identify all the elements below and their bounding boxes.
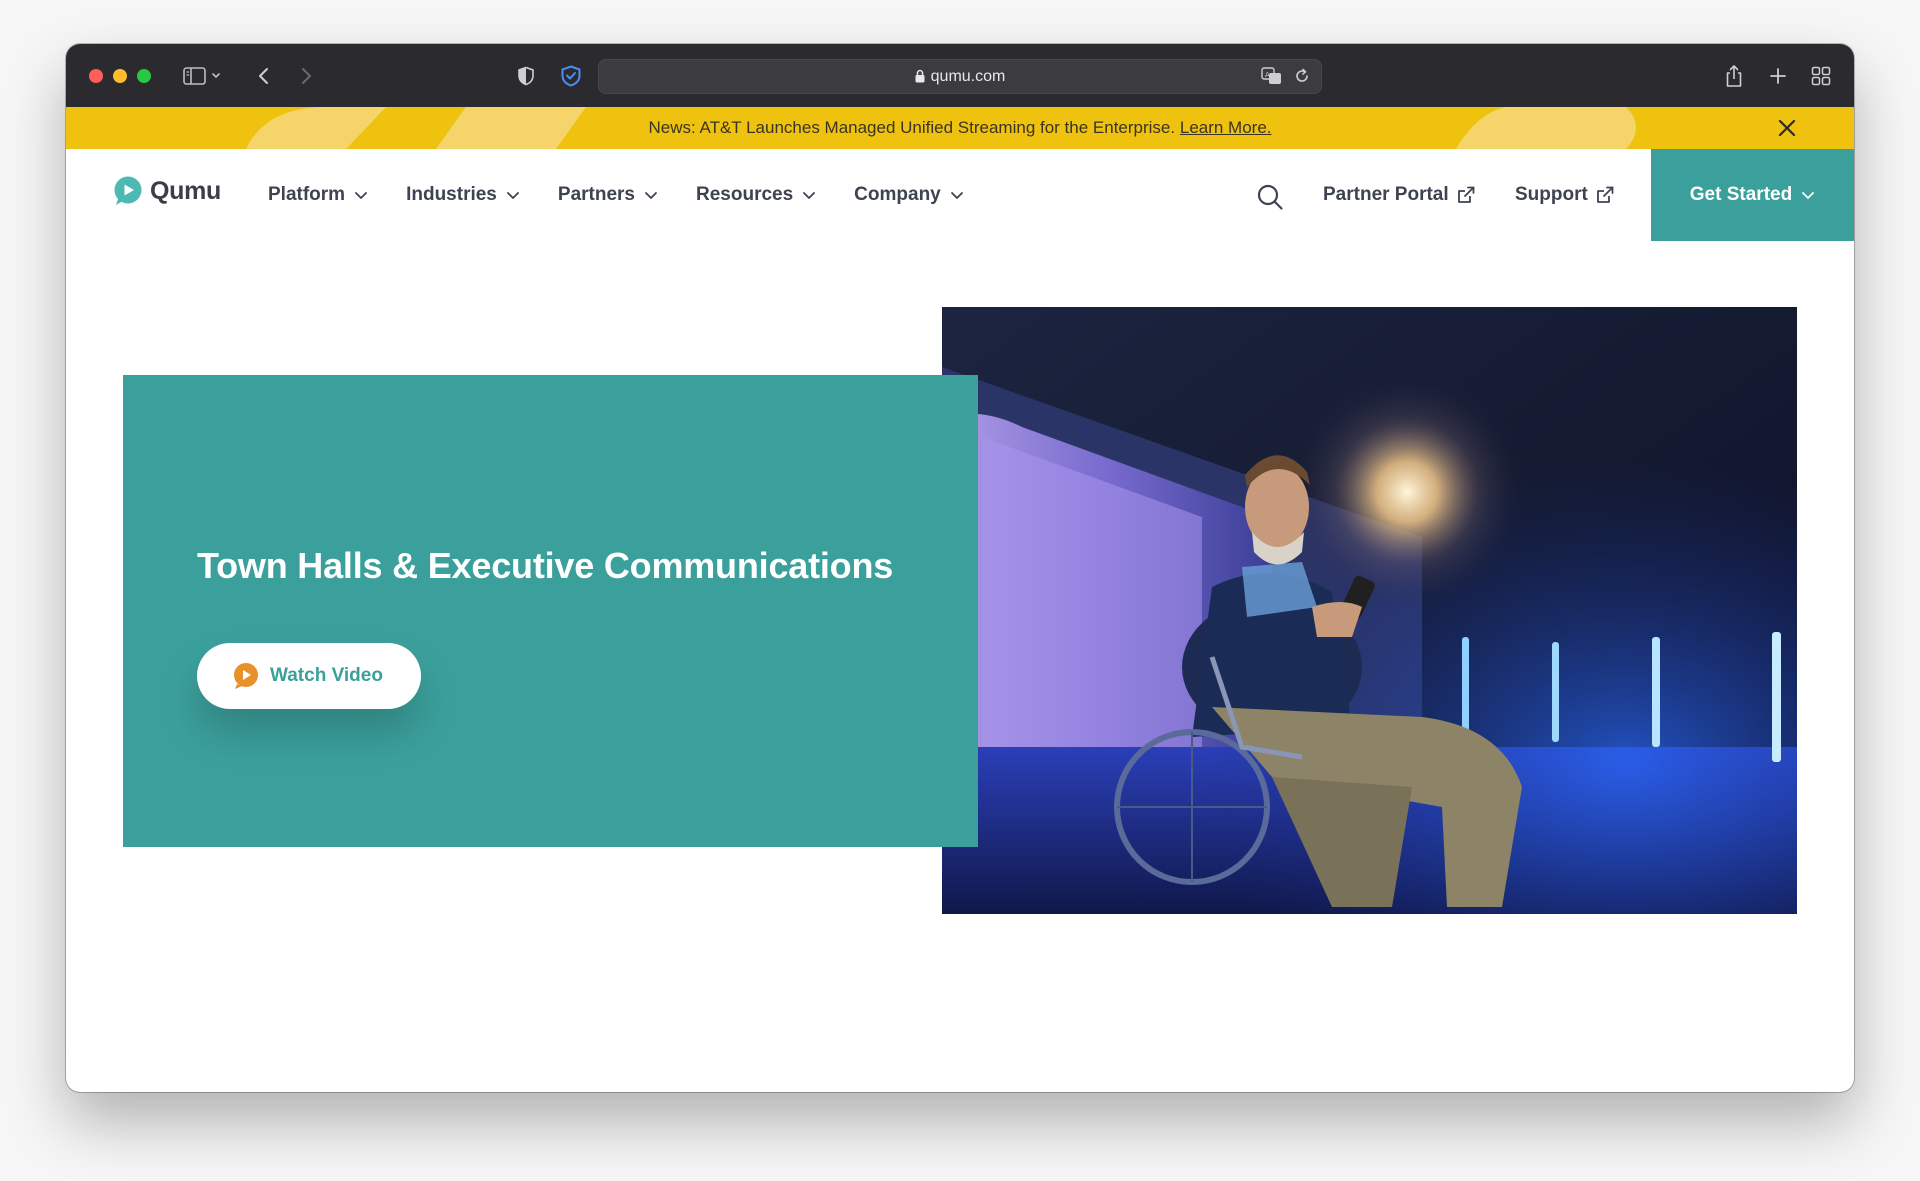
sidebar-toggle-icon[interactable]	[180, 61, 226, 91]
logo-text: Qumu	[150, 176, 222, 205]
address-bar[interactable]: qumu.com A	[598, 59, 1322, 94]
get-started-label: Get Started	[1689, 184, 1793, 205]
menu-resources[interactable]: Resources	[696, 184, 816, 206]
chevron-down-icon	[1802, 191, 1815, 199]
translate-icon[interactable]: A	[1261, 66, 1283, 91]
menu-company[interactable]: Company	[854, 184, 964, 206]
reload-icon[interactable]	[1293, 67, 1311, 90]
announcement-message: News: AT&T Launches Managed Unified Stre…	[648, 118, 1176, 137]
menu-platform-label: Platform	[268, 184, 346, 205]
chevron-down-icon	[506, 191, 519, 199]
password-extension-icon[interactable]	[558, 61, 584, 91]
chevron-down-icon	[803, 191, 816, 199]
chevron-down-icon	[645, 191, 657, 199]
browser-toolbar: qumu.com A	[66, 44, 1854, 108]
new-tab-plus-icon[interactable]	[1766, 61, 1790, 91]
search-icon[interactable]	[1256, 183, 1284, 216]
support-label: Support	[1515, 184, 1588, 205]
menu-platform[interactable]: Platform	[268, 184, 368, 206]
watch-video-label: Watch Video	[270, 665, 383, 686]
partner-portal-label: Partner Portal	[1323, 184, 1449, 205]
menu-partners[interactable]: Partners	[558, 184, 658, 206]
qumu-logo-icon	[114, 176, 142, 205]
minimize-window-button[interactable]	[113, 69, 127, 83]
tab-overview-icon[interactable]	[1809, 61, 1833, 91]
back-arrow-icon[interactable]	[252, 61, 276, 91]
menu-industries-label: Industries	[406, 184, 497, 205]
share-icon[interactable]	[1722, 61, 1746, 91]
close-window-button[interactable]	[89, 69, 103, 83]
support-link[interactable]: Support	[1515, 149, 1615, 241]
svg-text:A: A	[1265, 71, 1270, 79]
forward-arrow-icon[interactable]	[294, 61, 318, 91]
partner-portal-link[interactable]: Partner Portal	[1323, 149, 1476, 241]
announcement-bar: News: AT&T Launches Managed Unified Stre…	[66, 107, 1854, 149]
menu-company-label: Company	[854, 184, 941, 205]
qumu-logo[interactable]: Qumu	[112, 175, 221, 207]
close-announcement-icon[interactable]	[1776, 117, 1798, 139]
hero-illustration	[942, 307, 1797, 914]
url-text: qumu.com	[930, 68, 1006, 85]
menu-partners-label: Partners	[557, 184, 635, 205]
privacy-shield-icon[interactable]	[514, 61, 538, 91]
hero-title: Town Halls & Executive Communications	[197, 545, 894, 586]
hero-image	[942, 307, 1797, 914]
hero-card: Town Halls & Executive Communications Wa…	[123, 375, 978, 847]
announcement-text: News: AT&T Launches Managed Unified Stre…	[66, 107, 1854, 149]
play-icon	[234, 663, 258, 689]
external-link-icon	[1457, 186, 1475, 203]
external-link-icon	[1596, 186, 1614, 203]
learn-more-link[interactable]: Learn More.	[1180, 118, 1272, 137]
menu-resources-label: Resources	[696, 184, 794, 205]
get-started-button[interactable]: Get Started	[1651, 149, 1854, 241]
chevron-down-icon	[950, 191, 963, 199]
lock-icon	[915, 69, 925, 83]
watch-video-button[interactable]: Watch Video	[197, 643, 421, 709]
chevron-down-icon	[355, 191, 367, 199]
zoom-window-button[interactable]	[137, 69, 151, 83]
main-menu: Platform Industries Partners Resources C…	[268, 149, 1002, 241]
browser-window: qumu.com A News: AT&T Launches Managed U…	[66, 44, 1854, 1092]
menu-industries[interactable]: Industries	[406, 184, 520, 206]
site-header: Qumu Platform Industries Partners Resour…	[66, 149, 1854, 241]
